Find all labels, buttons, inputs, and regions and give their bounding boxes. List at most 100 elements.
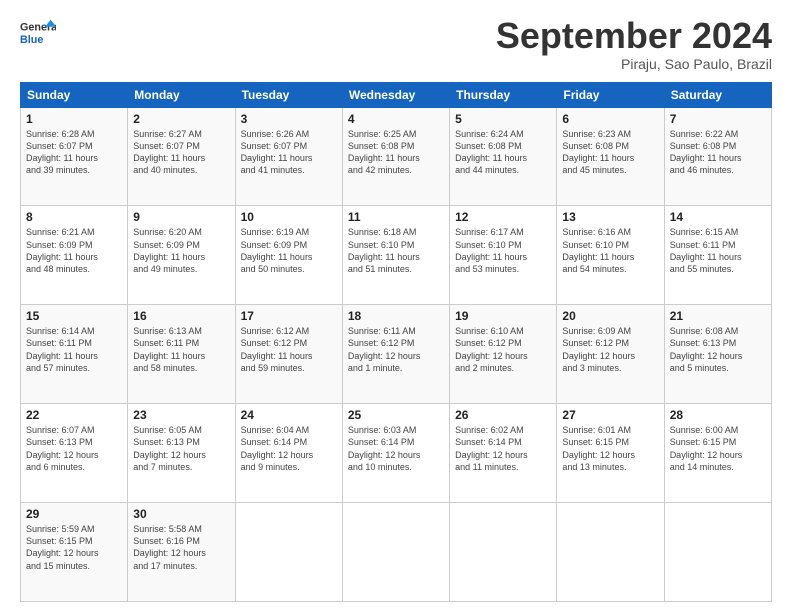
day-cell: 4 Sunrise: 6:25 AM Sunset: 6:08 PM Daylig… <box>342 107 449 206</box>
day-cell: 28 Sunrise: 6:00 AM Sunset: 6:15 PM Dayli… <box>664 404 771 503</box>
day-number: 23 <box>133 408 229 422</box>
week-row-4: 22Sunrise: 6:07 AM Sunset: 6:13 PM Dayli… <box>21 404 772 503</box>
day-header-monday: Monday <box>128 82 235 107</box>
day-number: 2 <box>133 112 229 126</box>
day-cell: 6 Sunrise: 6:23 AM Sunset: 6:08 PM Daylig… <box>557 107 664 206</box>
day-cell <box>342 503 449 602</box>
cell-text: Sunrise: 6:14 AM Sunset: 6:11 PM Dayligh… <box>26 325 122 374</box>
day-cell: 9Sunrise: 6:20 AM Sunset: 6:09 PM Daylig… <box>128 206 235 305</box>
day-header-wednesday: Wednesday <box>342 82 449 107</box>
day-cell: 1 Sunrise: 6:28 AM Sunset: 6:07 PM Daylig… <box>21 107 128 206</box>
day-header-saturday: Saturday <box>664 82 771 107</box>
week-row-5: 29 Sunrise: 5:59 AM Sunset: 6:15 PM Dayli… <box>21 503 772 602</box>
cell-text: Sunrise: 6:12 AM Sunset: 6:12 PM Dayligh… <box>241 325 337 374</box>
cell-text: Sunrise: 6:09 AM Sunset: 6:12 PM Dayligh… <box>562 325 658 374</box>
cell-text: Sunrise: 6:11 AM Sunset: 6:12 PM Dayligh… <box>348 325 444 374</box>
day-number: 18 <box>348 309 444 323</box>
calendar-body: 1 Sunrise: 6:28 AM Sunset: 6:07 PM Daylig… <box>21 107 772 601</box>
cell-text: Sunrise: 6:23 AM Sunset: 6:08 PM Dayligh… <box>562 128 658 177</box>
day-number: 16 <box>133 309 229 323</box>
day-number: 10 <box>241 210 337 224</box>
day-cell: 30 Sunrise: 5:58 AM Sunset: 6:16 PM Dayli… <box>128 503 235 602</box>
day-cell: 5 Sunrise: 6:24 AM Sunset: 6:08 PM Daylig… <box>450 107 557 206</box>
day-cell: 27 Sunrise: 6:01 AM Sunset: 6:15 PM Dayli… <box>557 404 664 503</box>
day-cell: 22Sunrise: 6:07 AM Sunset: 6:13 PM Dayli… <box>21 404 128 503</box>
header: General Blue September 2024 Piraju, Sao … <box>20 16 772 72</box>
cell-text: Sunrise: 6:16 AM Sunset: 6:10 PM Dayligh… <box>562 226 658 275</box>
day-cell: 7Sunrise: 6:22 AM Sunset: 6:08 PM Daylig… <box>664 107 771 206</box>
day-cell: 17Sunrise: 6:12 AM Sunset: 6:12 PM Dayli… <box>235 305 342 404</box>
day-number: 28 <box>670 408 766 422</box>
day-number: 8 <box>26 210 122 224</box>
day-cell: 3Sunrise: 6:26 AM Sunset: 6:07 PM Daylig… <box>235 107 342 206</box>
day-number: 25 <box>348 408 444 422</box>
day-number: 15 <box>26 309 122 323</box>
day-header-thursday: Thursday <box>450 82 557 107</box>
cell-text: Sunrise: 6:19 AM Sunset: 6:09 PM Dayligh… <box>241 226 337 275</box>
cell-text: Sunrise: 6:10 AM Sunset: 6:12 PM Dayligh… <box>455 325 551 374</box>
day-cell: 10 Sunrise: 6:19 AM Sunset: 6:09 PM Dayli… <box>235 206 342 305</box>
cell-text: Sunrise: 6:13 AM Sunset: 6:11 PM Dayligh… <box>133 325 229 374</box>
week-row-2: 8 Sunrise: 6:21 AM Sunset: 6:09 PM Daylig… <box>21 206 772 305</box>
cell-text: Sunrise: 5:59 AM Sunset: 6:15 PM Dayligh… <box>26 523 122 572</box>
day-number: 7 <box>670 112 766 126</box>
cell-text: Sunrise: 6:05 AM Sunset: 6:13 PM Dayligh… <box>133 424 229 473</box>
day-cell: 8 Sunrise: 6:21 AM Sunset: 6:09 PM Daylig… <box>21 206 128 305</box>
cell-text: Sunrise: 6:28 AM Sunset: 6:07 PM Dayligh… <box>26 128 122 177</box>
cell-text: Sunrise: 6:01 AM Sunset: 6:15 PM Dayligh… <box>562 424 658 473</box>
location-subtitle: Piraju, Sao Paulo, Brazil <box>496 56 772 72</box>
day-number: 27 <box>562 408 658 422</box>
cell-text: Sunrise: 6:25 AM Sunset: 6:08 PM Dayligh… <box>348 128 444 177</box>
day-number: 22 <box>26 408 122 422</box>
day-cell <box>664 503 771 602</box>
logo: General Blue <box>20 16 56 52</box>
day-cell: 12 Sunrise: 6:17 AM Sunset: 6:10 PM Dayli… <box>450 206 557 305</box>
day-number: 29 <box>26 507 122 521</box>
cell-text: Sunrise: 6:21 AM Sunset: 6:09 PM Dayligh… <box>26 226 122 275</box>
day-number: 6 <box>562 112 658 126</box>
day-cell: 14 Sunrise: 6:15 AM Sunset: 6:11 PM Dayli… <box>664 206 771 305</box>
cell-text: Sunrise: 6:03 AM Sunset: 6:14 PM Dayligh… <box>348 424 444 473</box>
cell-text: Sunrise: 6:27 AM Sunset: 6:07 PM Dayligh… <box>133 128 229 177</box>
day-cell: 11 Sunrise: 6:18 AM Sunset: 6:10 PM Dayli… <box>342 206 449 305</box>
day-cell <box>450 503 557 602</box>
cell-text: Sunrise: 6:00 AM Sunset: 6:15 PM Dayligh… <box>670 424 766 473</box>
day-number: 12 <box>455 210 551 224</box>
week-row-1: 1 Sunrise: 6:28 AM Sunset: 6:07 PM Daylig… <box>21 107 772 206</box>
day-number: 19 <box>455 309 551 323</box>
day-number: 1 <box>26 112 122 126</box>
day-cell: 23 Sunrise: 6:05 AM Sunset: 6:13 PM Dayli… <box>128 404 235 503</box>
cell-text: Sunrise: 6:02 AM Sunset: 6:14 PM Dayligh… <box>455 424 551 473</box>
cell-text: Sunrise: 6:24 AM Sunset: 6:08 PM Dayligh… <box>455 128 551 177</box>
day-number: 14 <box>670 210 766 224</box>
day-cell: 24Sunrise: 6:04 AM Sunset: 6:14 PM Dayli… <box>235 404 342 503</box>
day-number: 4 <box>348 112 444 126</box>
cell-text: Sunrise: 6:18 AM Sunset: 6:10 PM Dayligh… <box>348 226 444 275</box>
day-header-tuesday: Tuesday <box>235 82 342 107</box>
day-cell <box>557 503 664 602</box>
day-cell: 19 Sunrise: 6:10 AM Sunset: 6:12 PM Dayli… <box>450 305 557 404</box>
week-row-3: 15 Sunrise: 6:14 AM Sunset: 6:11 PM Dayli… <box>21 305 772 404</box>
calendar-table: SundayMondayTuesdayWednesdayThursdayFrid… <box>20 82 772 602</box>
day-number: 11 <box>348 210 444 224</box>
day-number: 24 <box>241 408 337 422</box>
day-number: 9 <box>133 210 229 224</box>
page: General Blue September 2024 Piraju, Sao … <box>0 0 792 612</box>
day-number: 30 <box>133 507 229 521</box>
day-number: 3 <box>241 112 337 126</box>
svg-text:Blue: Blue <box>20 34 43 46</box>
day-cell: 20 Sunrise: 6:09 AM Sunset: 6:12 PM Dayli… <box>557 305 664 404</box>
day-number: 20 <box>562 309 658 323</box>
day-header-sunday: Sunday <box>21 82 128 107</box>
day-number: 26 <box>455 408 551 422</box>
month-title: September 2024 <box>496 16 772 56</box>
cell-text: Sunrise: 5:58 AM Sunset: 6:16 PM Dayligh… <box>133 523 229 572</box>
days-header-row: SundayMondayTuesdayWednesdayThursdayFrid… <box>21 82 772 107</box>
day-cell: 16 Sunrise: 6:13 AM Sunset: 6:11 PM Dayli… <box>128 305 235 404</box>
cell-text: Sunrise: 6:08 AM Sunset: 6:13 PM Dayligh… <box>670 325 766 374</box>
day-cell: 25 Sunrise: 6:03 AM Sunset: 6:14 PM Dayli… <box>342 404 449 503</box>
day-number: 5 <box>455 112 551 126</box>
cell-text: Sunrise: 6:15 AM Sunset: 6:11 PM Dayligh… <box>670 226 766 275</box>
cell-text: Sunrise: 6:17 AM Sunset: 6:10 PM Dayligh… <box>455 226 551 275</box>
day-cell: 18 Sunrise: 6:11 AM Sunset: 6:12 PM Dayli… <box>342 305 449 404</box>
